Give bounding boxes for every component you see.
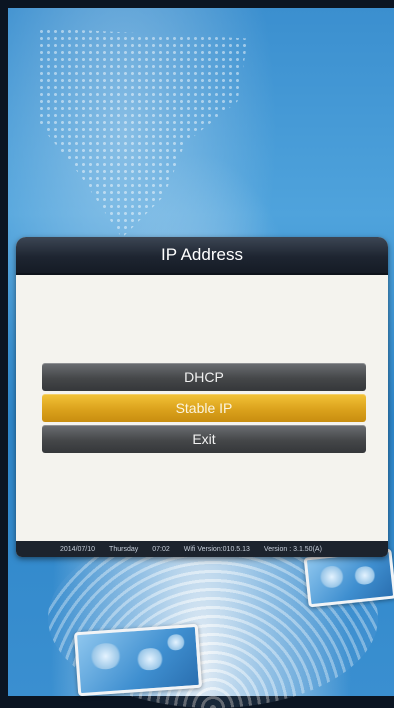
menu-item-stable-ip[interactable]: Stable IP xyxy=(42,394,366,422)
ip-mode-menu: DHCP Stable IP Exit xyxy=(42,363,366,456)
menu-item-exit[interactable]: Exit xyxy=(42,425,366,453)
status-date: 2014/07/10 xyxy=(60,545,96,553)
status-time: 07:02 xyxy=(152,545,170,553)
status-wifi-version: Wifi Version:010.5.13 xyxy=(183,545,250,553)
status-bar: 2014/07/10 Thursday 07:02 Wifi Version:0… xyxy=(16,541,388,557)
ip-address-dialog: IP Address DHCP Stable IP Exit 2014/07/1… xyxy=(16,237,388,557)
dialog-title: IP Address xyxy=(16,237,388,275)
preview-thumbnail xyxy=(73,623,203,697)
status-version: Version : 3.1.50(A) xyxy=(263,545,322,553)
world-map-dots xyxy=(38,28,248,238)
menu-item-dhcp[interactable]: DHCP xyxy=(42,363,366,391)
status-weekday: Thursday xyxy=(109,545,139,553)
preview-thumbnail xyxy=(303,548,394,608)
